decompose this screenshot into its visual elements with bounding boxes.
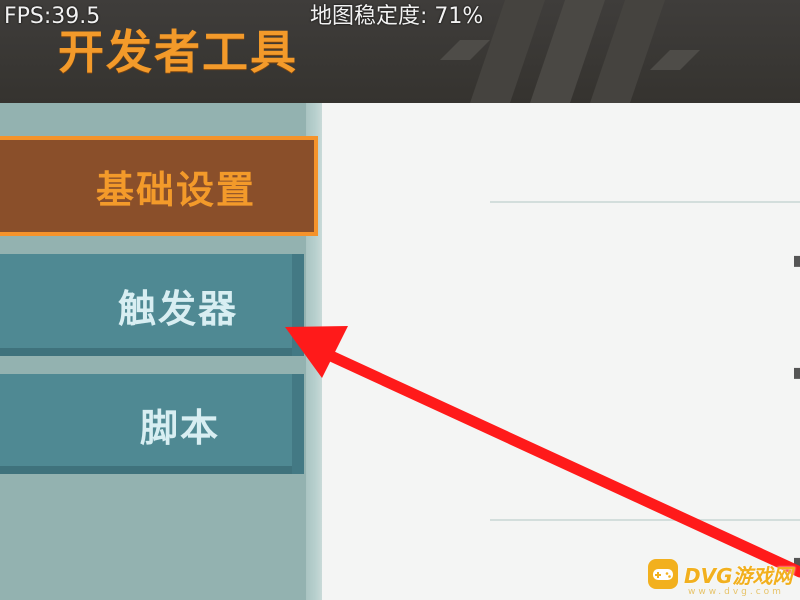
cropped-text-fragment: ▪	[792, 248, 800, 273]
page-title: 开发者工具	[58, 25, 298, 79]
sidebar-item-scripts[interactable]: 脚本	[0, 374, 304, 474]
watermark-subtext: www.dvg.com	[688, 587, 784, 597]
sidebar-item-label: 基础设置	[96, 167, 257, 212]
cropped-text-fragment: ▪	[792, 360, 800, 385]
sidebar-item-label: 触发器	[118, 286, 239, 331]
map-stability-indicator: 地图稳定度: 71%	[310, 4, 484, 29]
watermark: DVG游戏网 www.dvg.com	[648, 557, 793, 597]
header-bar: FPS:39.5 地图稳定度: 71% 开发者工具	[0, 0, 800, 103]
sidebar-item-basic-settings[interactable]: 基础设置	[0, 136, 318, 236]
settings-content-panel: ▪ ▪ ▪	[322, 103, 800, 600]
divider-line	[490, 519, 800, 521]
divider-line	[490, 201, 800, 203]
sidebar-item-triggers[interactable]: 触发器	[0, 254, 304, 356]
cropped-text-fragment: ▪	[792, 550, 800, 575]
sidebar-item-label: 脚本	[140, 405, 221, 450]
gamepad-icon	[648, 559, 678, 589]
watermark-text: DVG游戏网	[684, 563, 793, 588]
